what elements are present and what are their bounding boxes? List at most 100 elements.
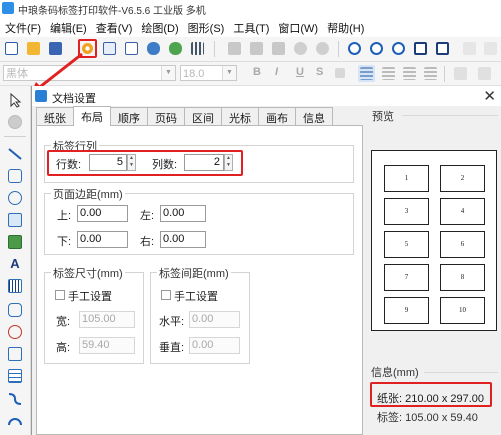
picture-tool-icon[interactable] <box>7 234 23 250</box>
barcode-tool-icon[interactable] <box>7 278 23 294</box>
margin-left-input[interactable]: 0.00 <box>160 205 206 222</box>
align-center-icon[interactable] <box>380 65 397 82</box>
group-title: 页面边距(mm) <box>51 186 125 202</box>
app-logo-icon <box>2 2 14 14</box>
preview-title: 预览 <box>372 111 394 123</box>
zoom-in-icon[interactable] <box>346 40 363 57</box>
label-spacing-manual-label: 手工设置 <box>174 291 218 303</box>
select-tool-icon[interactable] <box>7 92 23 108</box>
tab-layout[interactable]: 布局 <box>73 106 111 126</box>
cols-label: 列数: <box>152 159 178 171</box>
line-spacing-icon[interactable] <box>476 65 493 82</box>
zoom-page-icon[interactable] <box>412 40 429 57</box>
app-title-bar: 中琅条码标签打印软件-V6.5.6 工业版 多机 <box>0 0 501 17</box>
grid-icon[interactable] <box>189 40 206 57</box>
zoom-out-icon[interactable] <box>368 40 385 57</box>
tab-cursor[interactable]: 光标 <box>221 107 259 126</box>
overflow-icon[interactable] <box>482 40 499 57</box>
print-preview-icon[interactable] <box>123 40 140 57</box>
margin-top-input[interactable]: 0.00 <box>77 205 128 222</box>
qrcode-tool-icon[interactable] <box>7 302 23 318</box>
preview-paper: 1 2 3 4 5 6 7 8 9 10 <box>371 150 497 331</box>
rows-label: 行数: <box>56 159 82 171</box>
menu-file[interactable]: 文件(F) <box>0 17 45 37</box>
margin-bottom-input[interactable]: 0.00 <box>77 231 128 248</box>
italic-button[interactable]: I <box>275 66 278 78</box>
layout-panel: 标签行列 行数: 5 ▲ ▼ 列数: 2 ▲ ▼ 页面边距(mm) 上: 0.00 … <box>36 125 363 435</box>
tab-order[interactable]: 顺序 <box>110 107 148 126</box>
tab-range[interactable]: 区间 <box>184 107 222 126</box>
preview-cell: 1 <box>384 165 429 192</box>
line-tool-icon[interactable] <box>7 146 23 162</box>
grid-tool-icon[interactable] <box>7 368 23 384</box>
tab-info[interactable]: 信息 <box>295 107 333 126</box>
label-size-manual-label: 手工设置 <box>68 291 112 303</box>
close-icon[interactable]: ✕ <box>483 87 496 105</box>
menu-view[interactable]: 查看(V) <box>91 17 137 37</box>
shape-tool-icon[interactable] <box>7 324 23 340</box>
align-left-icon[interactable] <box>358 65 375 82</box>
label-width-label: 宽: <box>56 316 71 328</box>
menu-bar: 文件(F) 编辑(E) 查看(V) 绘图(D) 图形(S) 工具(T) 窗口(W… <box>0 17 501 37</box>
rows-stepper[interactable]: ▲ ▼ <box>127 154 136 171</box>
text-tool-icon[interactable]: A <box>7 256 23 272</box>
preview-cell: 10 <box>440 297 485 324</box>
pan-tool-icon[interactable] <box>7 114 23 130</box>
group-title: 标签间距(mm) <box>157 265 231 281</box>
cols-stepper[interactable]: ▲ ▼ <box>224 154 233 171</box>
toolbar-separator <box>338 41 339 57</box>
menu-draw[interactable]: 绘图(D) <box>136 17 182 37</box>
strikethrough-button[interactable]: S <box>316 66 323 78</box>
arc-tool-icon[interactable] <box>7 412 23 428</box>
zoom-100-icon[interactable] <box>434 40 451 57</box>
rows-input[interactable]: 5 <box>89 154 127 171</box>
ellipse-tool-icon[interactable] <box>7 190 23 206</box>
superscript-icon[interactable] <box>333 66 347 80</box>
paste-icon[interactable] <box>270 40 287 57</box>
data-source-icon[interactable] <box>167 40 184 57</box>
zoom-fit-icon[interactable] <box>390 40 407 57</box>
menu-edit[interactable]: 编辑(E) <box>45 17 91 37</box>
more-tools-icon[interactable] <box>461 40 478 57</box>
align-justify-icon[interactable] <box>422 65 439 82</box>
font-size-value: 18.0 <box>183 68 205 80</box>
new-icon[interactable] <box>3 40 20 57</box>
undo-icon[interactable] <box>292 40 309 57</box>
copy-icon[interactable] <box>248 40 265 57</box>
tab-paper[interactable]: 纸张 <box>36 107 74 126</box>
preview-cell: 8 <box>440 264 485 291</box>
menu-help[interactable]: 帮助(H) <box>322 17 368 37</box>
database-icon[interactable] <box>145 40 162 57</box>
curve-tool-icon[interactable] <box>7 390 23 406</box>
text-direction-icon[interactable] <box>452 65 469 82</box>
chevron-down-icon: ▼ <box>161 66 175 80</box>
margin-right-input[interactable]: 0.00 <box>160 231 206 248</box>
horizontal-spacing-input[interactable]: 0.00 <box>189 311 240 328</box>
label-width-input[interactable]: 105.00 <box>79 311 135 328</box>
menu-window[interactable]: 窗口(W) <box>273 17 322 37</box>
cut-icon[interactable] <box>226 40 243 57</box>
menu-tools[interactable]: 工具(T) <box>228 17 273 37</box>
dialog-title: 文档设置 <box>52 93 96 105</box>
paper-size-text: 纸张: 210.00 x 297.00 <box>377 393 485 405</box>
cols-input[interactable]: 2 <box>184 154 224 171</box>
align-right-icon[interactable] <box>401 65 418 82</box>
table-tool-icon[interactable] <box>7 346 23 362</box>
underline-button[interactable]: U <box>296 66 304 78</box>
label-spacing-manual-checkbox[interactable] <box>161 290 171 300</box>
divider <box>424 372 498 373</box>
preview-cell: 3 <box>384 198 429 225</box>
image-tool-icon[interactable] <box>7 212 23 228</box>
tab-page-number[interactable]: 页码 <box>147 107 185 126</box>
bold-button[interactable]: B <box>253 66 261 78</box>
redo-icon[interactable] <box>314 40 331 57</box>
vertical-spacing-input[interactable]: 0.00 <box>189 337 240 354</box>
font-size-select[interactable]: 18.0 ▼ <box>180 65 237 81</box>
label-height-input[interactable]: 59.40 <box>79 337 135 354</box>
tab-canvas[interactable]: 画布 <box>258 107 296 126</box>
rectangle-tool-icon[interactable] <box>7 168 23 184</box>
print-icon[interactable] <box>101 40 118 57</box>
menu-shape[interactable]: 图形(S) <box>183 17 229 37</box>
preview-cell: 4 <box>440 198 485 225</box>
label-size-manual-checkbox[interactable] <box>55 290 65 300</box>
